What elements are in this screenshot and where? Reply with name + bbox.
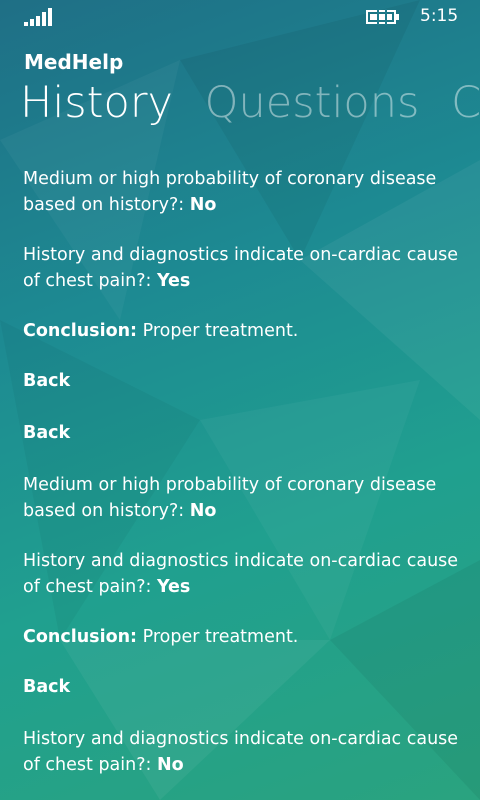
battery-charging-icon — [366, 9, 399, 25]
answer-value: Yes — [156, 577, 191, 597]
question-item: Medium or high probability of coronary d… — [23, 472, 463, 524]
tab-history[interactable]: History — [20, 78, 173, 128]
app-title: MedHelp — [24, 50, 124, 74]
back-link[interactable]: Back — [23, 420, 463, 446]
question-text: Medium or high probability of coronary d… — [23, 475, 437, 521]
tab-questions[interactable]: Questions — [205, 78, 420, 128]
answer-value: No — [156, 755, 184, 775]
conclusion-label: Conclusion: — [23, 627, 138, 647]
back-link[interactable]: Back — [23, 674, 463, 700]
pivot-header: History Questions Conclusion — [20, 78, 480, 128]
question-text: History and diagnostics indicate on-card… — [23, 729, 459, 775]
conclusion-text: Proper treatment. — [137, 627, 299, 647]
answer-value: No — [189, 501, 217, 521]
question-text: History and diagnostics indicate on-card… — [23, 551, 459, 597]
question-item: History and diagnostics indicate on-card… — [23, 242, 463, 294]
answer-value: No — [189, 195, 217, 215]
signal-strength-icon — [24, 8, 52, 26]
conclusion-item: Conclusion: Proper treatment. — [23, 318, 463, 344]
question-item: Medium or high probability of coronary d… — [23, 166, 463, 218]
tab-conclusion[interactable]: Conclusion — [451, 78, 480, 128]
conclusion-label: Conclusion: — [23, 321, 138, 341]
clock: 5:15 — [420, 6, 459, 26]
answer-value: Yes — [156, 271, 191, 291]
question-item: History and diagnostics indicate on-card… — [23, 726, 463, 778]
back-link[interactable]: Back — [23, 368, 463, 394]
question-text: History and diagnostics indicate on-card… — [23, 245, 459, 291]
question-text: Medium or high probability of coronary d… — [23, 169, 437, 215]
status-bar: 5:15 — [0, 0, 480, 34]
conclusion-text: Proper treatment. — [137, 321, 299, 341]
history-list: Medium or high probability of coronary d… — [23, 166, 463, 800]
question-item: History and diagnostics indicate on-card… — [23, 548, 463, 600]
conclusion-item: Conclusion: Proper treatment. — [23, 624, 463, 650]
